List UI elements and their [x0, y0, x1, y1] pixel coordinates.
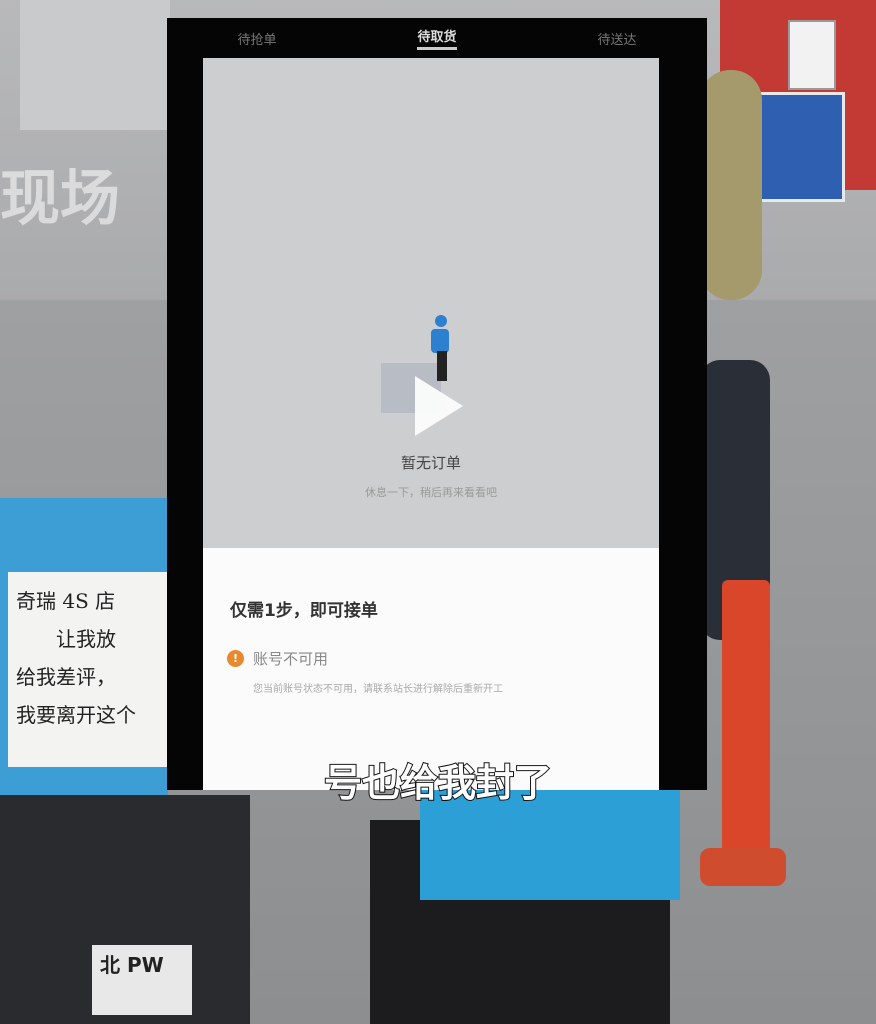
sign-line: 让我放	[56, 627, 116, 651]
tab-pending-grab[interactable]: 待抢单	[237, 29, 276, 48]
app-screen: 暂无订单 休息一下，稍后再来看看吧 仅需1步，即可接单 ! 账号不可用 您当前账…	[203, 58, 659, 790]
handwritten-sign: 奇瑞 4S 店 让我放 给我差评， 我要离开这个	[8, 572, 168, 767]
warning-title[interactable]: 账号不可用	[253, 648, 328, 669]
watermark: 现场	[0, 164, 120, 234]
tab-pending-pickup[interactable]: 待取货	[417, 26, 457, 50]
warning-description: 您当前账号状态不可用，请联系站长进行解除后重新开工	[253, 684, 503, 695]
sheet-title: 仅需1步，即可接单	[230, 601, 378, 621]
video-caption: 号也给我封了	[323, 760, 553, 806]
warning-icon: !	[227, 650, 244, 667]
bollard-base	[700, 848, 786, 886]
empty-state-subtitle: 休息一下，稍后再来看看吧	[365, 486, 497, 499]
tab-pending-delivery[interactable]: 待送达	[597, 29, 636, 48]
license-plate: 北 PW	[92, 945, 192, 1015]
sign-line: 我要离开这个	[16, 703, 136, 727]
sign-line: 奇瑞 4S 店	[16, 589, 116, 613]
rider-hat	[700, 70, 762, 300]
order-tabs: 待抢单 待取货 待送达	[167, 18, 707, 58]
play-icon[interactable]	[415, 376, 463, 436]
sign-line: 给我差评，	[16, 665, 116, 689]
traffic-bollard	[722, 580, 770, 860]
empty-state-title: 暂无订单	[400, 454, 461, 472]
phone-screen: 待抢单 待取货 待送达 暂无订单 休息一下，稍后再来看看吧 仅需1步，即可接单 …	[167, 18, 707, 790]
building	[20, 0, 170, 130]
speed-limit-sign	[788, 20, 836, 90]
